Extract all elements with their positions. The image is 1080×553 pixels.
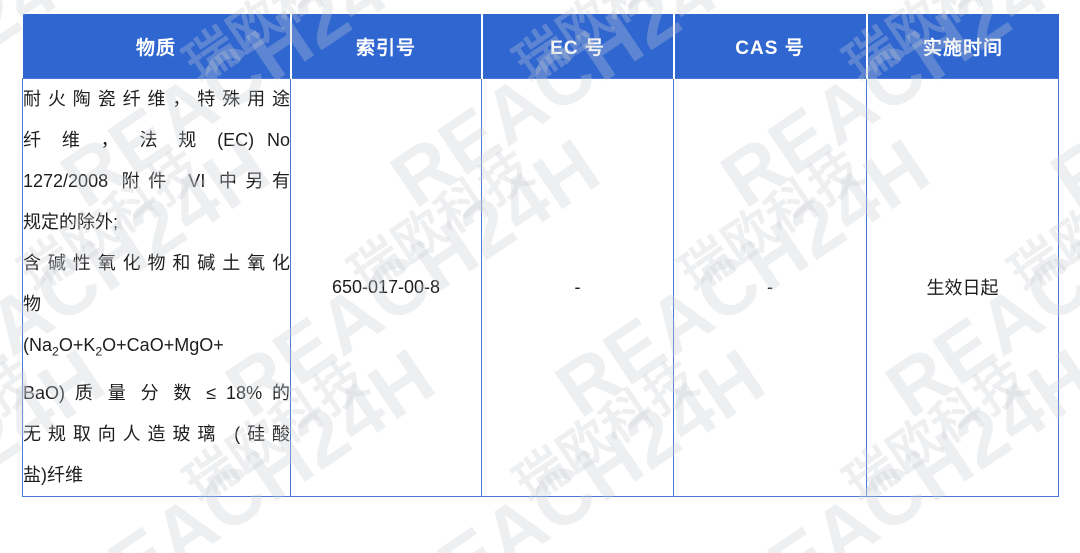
watermark-text-en: REACH24H	[870, 540, 1080, 553]
column-header-substance: 物质	[22, 14, 292, 79]
cell-ec-number: -	[481, 78, 674, 497]
table-row: 耐火陶瓷纤维，特殊用途 纤 维 ， 法 规 (EC) No 1272/2008 …	[22, 78, 1059, 497]
substance-chemical-formula: (Na2O+K2O+CaO+MgO+	[23, 325, 290, 373]
watermark-text-en: REACH24H	[0, 540, 286, 553]
substance-line-10: 盐)纤维	[23, 464, 83, 485]
substance-line-5: 含碱性氧化物和碱土氧化	[23, 253, 290, 273]
watermark-text-en: REACH24H	[210, 540, 616, 553]
formula-subscript-1: 2	[52, 344, 59, 359]
column-header-ec-number: EC 号	[480, 14, 675, 79]
substance-line-1: 耐火陶瓷纤维，特殊用途	[23, 89, 290, 109]
substance-line-9: 无规取向人造玻璃 (硅酸	[23, 423, 290, 444]
formula-prefix: (Na	[23, 335, 53, 355]
column-header-cas-number: CAS 号	[672, 14, 868, 79]
cell-index-number: 650-017-00-8	[290, 78, 482, 497]
watermark-text-en: REACH24H	[540, 540, 946, 553]
substance-line-6: 物	[23, 294, 41, 314]
cell-cas-number: -	[673, 78, 867, 497]
substance-line-2: 纤 维 ， 法 规 (EC) No	[23, 130, 290, 150]
formula-mid-1: O+K	[58, 335, 96, 355]
column-header-index-number: 索引号	[289, 14, 483, 79]
formula-mid-2: O+CaO+MgO+	[102, 335, 224, 355]
substance-line-3: 1272/2008 附件 VI 中另有	[23, 171, 290, 191]
substance-regulation-table: 物质 索引号 EC 号 CAS 号 实施时间 耐火陶瓷纤维，特殊用途 纤 维 ，…	[22, 14, 1059, 497]
substance-line-4: 规定的除外;	[23, 212, 119, 232]
cell-substance-description: 耐火陶瓷纤维，特殊用途 纤 维 ， 法 规 (EC) No 1272/2008 …	[22, 78, 291, 497]
table-header-row: 物质 索引号 EC 号 CAS 号 实施时间	[22, 14, 1059, 79]
cell-implementation-date: 生效日起	[866, 78, 1059, 497]
column-header-implementation-date: 实施时间	[865, 14, 1059, 79]
substance-line-8: BaO) 质 量 分 数 ≤ 18% 的	[23, 382, 290, 403]
